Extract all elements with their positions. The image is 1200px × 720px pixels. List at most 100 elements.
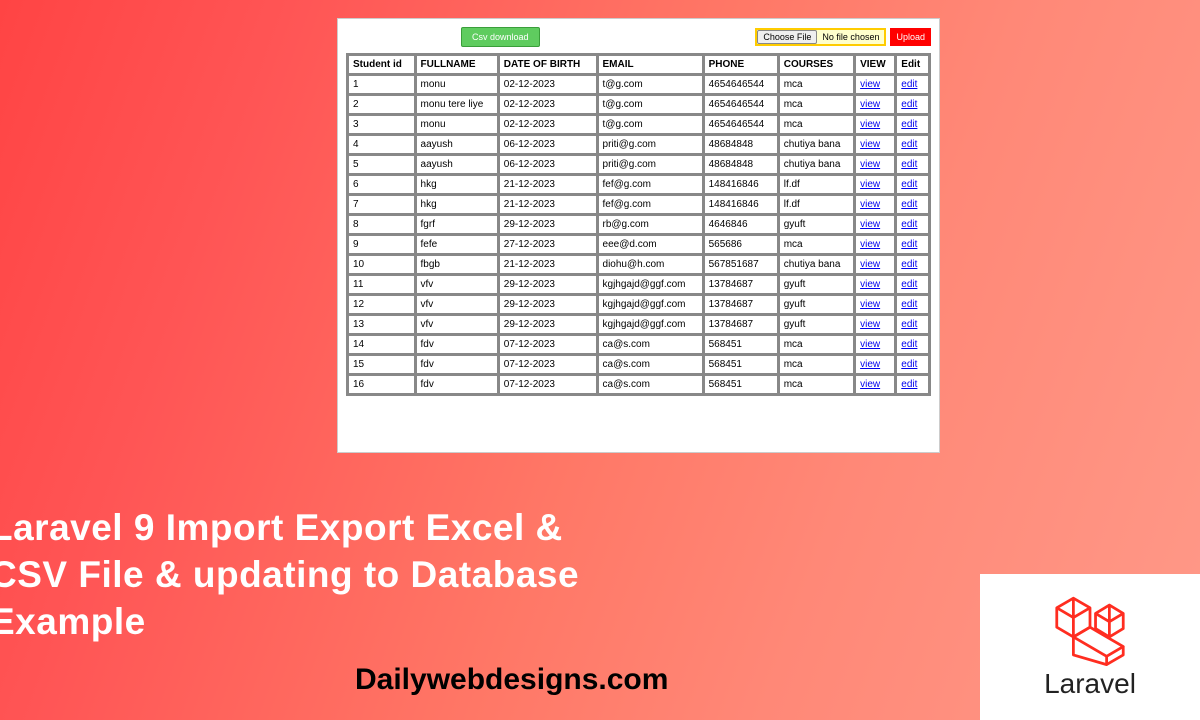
edit-link[interactable]: edit <box>901 99 917 110</box>
table-cell: diohu@h.com <box>598 255 703 274</box>
table-cell: 565686 <box>704 235 778 254</box>
edit-link[interactable]: edit <box>901 179 917 190</box>
view-link[interactable]: view <box>860 259 880 270</box>
edit-link[interactable]: edit <box>901 219 917 230</box>
table-cell: chutiya bana <box>779 255 854 274</box>
edit-link[interactable]: edit <box>901 359 917 370</box>
table-cell: 21-12-2023 <box>499 255 597 274</box>
edit-link[interactable]: edit <box>901 79 917 90</box>
table-cell: t@g.com <box>598 95 703 114</box>
table-cell: 02-12-2023 <box>499 115 597 134</box>
table-cell: monu tere liye <box>416 95 498 114</box>
table-row: 10fbgb21-12-2023diohu@h.com567851687chut… <box>348 255 929 274</box>
table-row: 4aayush06-12-2023priti@g.com48684848chut… <box>348 135 929 154</box>
table-cell: mca <box>779 335 854 354</box>
table-cell: eee@d.com <box>598 235 703 254</box>
table-cell: gyuft <box>779 295 854 314</box>
column-header: Student id <box>348 55 415 74</box>
table-cell: 02-12-2023 <box>499 95 597 114</box>
table-cell: 1 <box>348 75 415 94</box>
view-link[interactable]: view <box>860 119 880 130</box>
edit-link[interactable]: edit <box>901 339 917 350</box>
table-cell: fdv <box>416 335 498 354</box>
table-cell: 12 <box>348 295 415 314</box>
table-cell: priti@g.com <box>598 155 703 174</box>
view-link[interactable]: view <box>860 359 880 370</box>
table-cell: 13784687 <box>704 315 778 334</box>
table-cell: 48684848 <box>704 155 778 174</box>
view-link[interactable]: view <box>860 179 880 190</box>
laravel-logo-box: Laravel <box>980 574 1200 720</box>
table-row: 11vfv29-12-2023kgjhgajd@ggf.com13784687g… <box>348 275 929 294</box>
table-cell: fefe <box>416 235 498 254</box>
choose-file-button[interactable]: Choose File <box>757 30 817 44</box>
table-cell: 4 <box>348 135 415 154</box>
view-link[interactable]: view <box>860 199 880 210</box>
table-cell: kgjhgajd@ggf.com <box>598 295 703 314</box>
table-cell: mca <box>779 95 854 114</box>
edit-link[interactable]: edit <box>901 139 917 150</box>
table-cell: monu <box>416 75 498 94</box>
laravel-label: Laravel <box>1044 668 1136 700</box>
table-cell: lf.df <box>779 195 854 214</box>
column-header: DATE OF BIRTH <box>499 55 597 74</box>
view-link[interactable]: view <box>860 79 880 90</box>
table-cell: 48684848 <box>704 135 778 154</box>
view-link[interactable]: view <box>860 139 880 150</box>
table-cell: kgjhgajd@ggf.com <box>598 315 703 334</box>
edit-link[interactable]: edit <box>901 279 917 290</box>
table-row: 9fefe27-12-2023eee@d.com565686mcaviewedi… <box>348 235 929 254</box>
table-row: 8fgrf29-12-2023rb@g.com4646846gyuftviewe… <box>348 215 929 234</box>
table-cell: 4654646544 <box>704 75 778 94</box>
edit-link[interactable]: edit <box>901 239 917 250</box>
view-link[interactable]: view <box>860 319 880 330</box>
view-link[interactable]: view <box>860 339 880 350</box>
table-cell: aayush <box>416 135 498 154</box>
edit-link[interactable]: edit <box>901 299 917 310</box>
table-cell: hkg <box>416 175 498 194</box>
table-cell: monu <box>416 115 498 134</box>
view-link[interactable]: view <box>860 279 880 290</box>
table-cell: 07-12-2023 <box>499 335 597 354</box>
table-cell: gyuft <box>779 315 854 334</box>
edit-link[interactable]: edit <box>901 379 917 390</box>
table-cell: 2 <box>348 95 415 114</box>
view-link[interactable]: view <box>860 239 880 250</box>
edit-link[interactable]: edit <box>901 119 917 130</box>
view-link[interactable]: view <box>860 159 880 170</box>
table-cell: gyuft <box>779 275 854 294</box>
table-cell: 11 <box>348 275 415 294</box>
table-cell: 567851687 <box>704 255 778 274</box>
table-cell: 06-12-2023 <box>499 155 597 174</box>
table-cell: kgjhgajd@ggf.com <box>598 275 703 294</box>
upload-button[interactable]: Upload <box>890 28 931 46</box>
table-cell: 15 <box>348 355 415 374</box>
table-cell: fef@g.com <box>598 195 703 214</box>
table-cell: 10 <box>348 255 415 274</box>
table-cell: 29-12-2023 <box>499 215 597 234</box>
view-link[interactable]: view <box>860 299 880 310</box>
edit-link[interactable]: edit <box>901 259 917 270</box>
headline-text: Laravel 9 Import Export Excel & CSV File… <box>0 505 579 646</box>
table-cell: 4654646544 <box>704 95 778 114</box>
table-cell: priti@g.com <box>598 135 703 154</box>
file-input-group[interactable]: Choose File No file chosen <box>755 28 886 46</box>
table-cell: 4654646544 <box>704 115 778 134</box>
table-cell: mca <box>779 355 854 374</box>
csv-download-button[interactable]: Csv download <box>461 27 540 47</box>
headline-line-3: Example <box>0 599 579 646</box>
table-row: 16fdv07-12-2023ca@s.com568451mcaviewedit <box>348 375 929 394</box>
table-cell: mca <box>779 375 854 394</box>
table-cell: 4646846 <box>704 215 778 234</box>
view-link[interactable]: view <box>860 219 880 230</box>
table-cell: 21-12-2023 <box>499 195 597 214</box>
view-link[interactable]: view <box>860 99 880 110</box>
edit-link[interactable]: edit <box>901 159 917 170</box>
edit-link[interactable]: edit <box>901 319 917 330</box>
table-cell: ca@s.com <box>598 355 703 374</box>
view-link[interactable]: view <box>860 379 880 390</box>
table-cell: 07-12-2023 <box>499 355 597 374</box>
edit-link[interactable]: edit <box>901 199 917 210</box>
column-header: PHONE <box>704 55 778 74</box>
table-cell: 7 <box>348 195 415 214</box>
